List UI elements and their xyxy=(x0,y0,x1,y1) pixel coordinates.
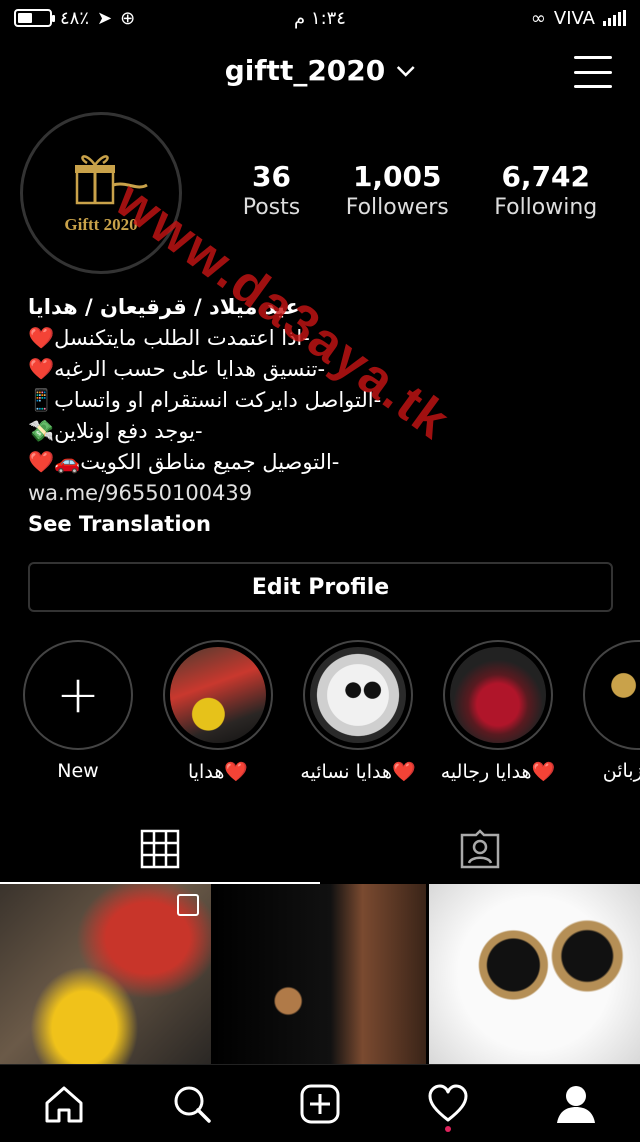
multiple-posts-icon xyxy=(177,894,200,916)
stat-value: 1,005 xyxy=(352,160,442,193)
battery-fill xyxy=(18,13,32,23)
bottom-navigation xyxy=(0,1064,640,1142)
tab-grid[interactable] xyxy=(0,816,320,884)
stat-label: Following xyxy=(494,195,598,220)
nav-add-post[interactable] xyxy=(290,1074,350,1134)
highlight-label: الزبائن... xyxy=(602,760,640,782)
highlight-circle xyxy=(583,640,640,750)
avatar-brand-text: Giftt 2020 xyxy=(64,215,138,234)
bio-line: -تنسيق هدايا على حسب الرغبه❤️ xyxy=(28,357,326,381)
gift-box-icon xyxy=(75,155,148,205)
highlight-item[interactable]: هدايا رجاليه❤️ xyxy=(438,640,558,783)
highlight-thumbnail xyxy=(450,647,546,743)
status-right: ∞ VIVA xyxy=(531,8,626,29)
highlight-item[interactable]: هدايا نسائيه❤️ xyxy=(298,640,418,783)
menu-icon[interactable] xyxy=(574,56,612,88)
stat-value: 6,742 xyxy=(501,160,591,193)
bio-line: -اذا اعتمدت الطلب مايتكنسل❤️ xyxy=(28,326,310,350)
bio-link[interactable]: wa.me/96550100439 xyxy=(28,478,448,509)
stat-followers[interactable]: 1,005 Followers xyxy=(346,160,449,220)
chevron-down-icon xyxy=(396,65,415,77)
add-post-icon xyxy=(300,1084,340,1123)
stat-following[interactable]: 6,742 Following xyxy=(494,160,597,220)
highlight-label: هدايا رجاليه❤️ xyxy=(440,761,556,783)
alarm-icon: ⊕ xyxy=(120,7,136,29)
search-icon xyxy=(174,1086,211,1123)
home-icon xyxy=(45,1086,83,1122)
post-thumbnail[interactable] xyxy=(428,884,640,1064)
highlight-thumbnail xyxy=(310,647,406,743)
highlight-thumbnail xyxy=(590,647,640,743)
highlight-circle: + xyxy=(23,640,133,750)
profile-header: giftt_2020 xyxy=(0,44,640,104)
battery-icon xyxy=(14,9,55,27)
posts-grid xyxy=(0,884,640,1064)
location-icon: ➤ xyxy=(97,7,113,29)
username: giftt_2020 xyxy=(224,54,386,87)
nav-activity[interactable] xyxy=(418,1074,478,1134)
profile-icon xyxy=(557,1085,595,1123)
nav-search[interactable] xyxy=(162,1074,222,1134)
notification-dot xyxy=(445,1125,451,1132)
tab-tagged[interactable] xyxy=(320,816,640,882)
stat-label: Posts xyxy=(242,195,301,220)
carrier-name: VIVA xyxy=(553,7,595,29)
heart-icon xyxy=(428,1084,468,1121)
battery-percent: ٤٨٪ xyxy=(60,7,90,29)
nav-profile[interactable] xyxy=(546,1074,606,1134)
highlight-circle xyxy=(303,640,413,750)
profile-tabs xyxy=(0,816,640,884)
post-thumbnail[interactable] xyxy=(0,884,212,1064)
stat-posts[interactable]: 36 Posts xyxy=(243,160,301,220)
tagged-icon xyxy=(460,829,500,869)
grid-icon xyxy=(140,829,180,869)
bio-line: -التوصيل جميع مناطق الكويت🚗❤️ xyxy=(28,450,340,474)
profile-stats: 36 Posts 1,005 Followers 6,742 Following xyxy=(220,160,620,220)
nav-home[interactable] xyxy=(34,1074,94,1134)
status-left: ٤٨٪ ➤ ⊕ xyxy=(14,8,135,29)
signal-icon xyxy=(603,10,626,26)
account-switcher[interactable]: giftt_2020 xyxy=(225,54,416,87)
status-bar: ٤٨٪ ➤ ⊕ ١:٣٤ م ∞ VIVA xyxy=(0,0,640,36)
highlight-new[interactable]: + New xyxy=(18,640,138,782)
bio-line: -التواصل دايركت انستقرام او واتساب📱 xyxy=(28,388,382,412)
highlight-thumbnail xyxy=(170,647,266,743)
highlight-label: New xyxy=(57,760,99,782)
stat-label: Followers xyxy=(345,195,449,220)
highlight-label: هدايا نسائيه❤️ xyxy=(300,761,416,783)
status-time: ١:٣٤ م xyxy=(294,7,346,29)
avatar-image: Giftt 2020 xyxy=(27,119,175,267)
post-thumbnail[interactable] xyxy=(214,884,426,1064)
stat-value: 36 xyxy=(252,160,291,193)
edit-profile-button[interactable]: Edit Profile xyxy=(28,562,613,612)
highlight-circle xyxy=(163,640,273,750)
see-translation-link[interactable]: See Translation xyxy=(28,509,448,540)
profile-bio: عيد ميلاد / قرقيعان / هدايا -اذا اعتمدت … xyxy=(28,292,448,540)
link-icon: ∞ xyxy=(530,7,546,29)
highlight-item[interactable]: الزبائن... xyxy=(578,640,640,782)
plus-icon: + xyxy=(56,665,100,725)
highlight-label: هدايا❤️ xyxy=(187,761,249,783)
profile-display-name: عيد ميلاد / قرقيعان / هدايا xyxy=(28,295,300,319)
bio-line: -يوجد دفع اونلاين💸 xyxy=(28,419,203,443)
highlight-circle xyxy=(443,640,553,750)
highlight-item[interactable]: هدايا❤️ xyxy=(158,640,278,783)
story-highlights: + New هدايا❤️ هدايا نسائيه❤️ هدايا رجالي… xyxy=(0,640,640,790)
avatar[interactable]: Giftt 2020 xyxy=(20,112,182,274)
